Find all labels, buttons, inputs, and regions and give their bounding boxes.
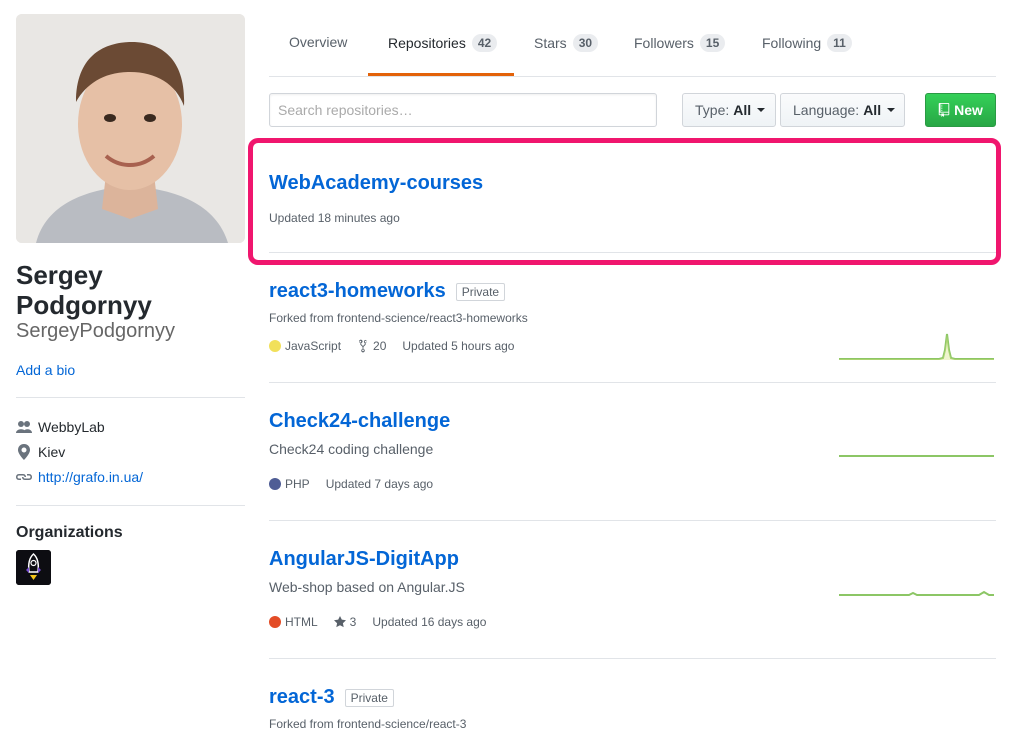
people-icon	[16, 421, 32, 433]
avatar-photo	[16, 14, 245, 243]
repo-title-row: react-3 Private	[269, 686, 996, 709]
repo-name-link[interactable]: react-3	[269, 686, 335, 709]
repo-name-link[interactable]: Check24-challenge	[269, 410, 450, 433]
forked-from-text: Forked from frontend-science/react3-home…	[269, 311, 528, 325]
tab-label: Followers	[634, 35, 694, 51]
repo-name-link[interactable]: WebAcademy-courses	[269, 172, 483, 195]
language-color-dot	[269, 478, 281, 490]
tab-label: Following	[762, 35, 822, 51]
tab-counter: 15	[699, 34, 726, 52]
repo-list-item: AngularJS-DigitApp Web-shop based on Ang…	[269, 548, 996, 659]
language-name: PHP	[285, 477, 310, 491]
profile-tabs	[269, 0, 996, 77]
tab-counter: 30	[572, 34, 599, 52]
rocket-logo-icon	[16, 550, 51, 585]
profile-username: SergeyPodgornyy	[16, 320, 175, 342]
language-name: JavaScript	[285, 339, 342, 353]
repo-updated: Updated 18 minutes ago	[269, 211, 400, 225]
repo-language: PHP	[269, 477, 310, 491]
new-button-label: New	[954, 102, 983, 118]
caret-down-icon	[887, 108, 896, 112]
tab-overview[interactable]: Overview	[289, 34, 347, 50]
language-filter-button[interactable]: Language: All	[780, 93, 905, 127]
tab-counter: 42	[471, 34, 498, 52]
repo-title-row: react3-homeworks Private	[269, 280, 996, 303]
location-text: Kiev	[38, 444, 66, 460]
repo-list-item: WebAcademy-courses Updated 18 minutes ag…	[269, 172, 996, 253]
tab-repositories[interactable]: Repositories 42	[388, 34, 498, 52]
repo-name-link[interactable]: react3-homeworks	[269, 280, 446, 303]
repo-updated: Updated 16 days ago	[372, 615, 487, 629]
type-filter-label: Type:	[695, 102, 730, 118]
activity-sparkline	[839, 455, 994, 457]
new-repo-button[interactable]: New	[925, 93, 996, 127]
tab-stars[interactable]: Stars 30	[534, 34, 599, 52]
repo-stars[interactable]: 3	[333, 615, 357, 629]
organization-avatar[interactable]	[16, 550, 51, 585]
star-count: 3	[349, 615, 357, 629]
private-badge: Private	[455, 282, 506, 301]
profile-avatar[interactable]	[16, 14, 245, 243]
organizations-heading: Organizations	[16, 524, 123, 541]
link-icon	[16, 474, 32, 480]
location-icon	[18, 444, 30, 460]
repo-title-row: AngularJS-DigitApp	[269, 548, 996, 571]
repo-list-item: react-3 Private Forked from frontend-sci…	[269, 686, 996, 740]
vcard-company: WebbyLab	[16, 419, 105, 435]
repo-list-item: react3-homeworks Private Forked from fro…	[269, 280, 996, 383]
language-filter-value: All	[863, 102, 882, 118]
website-link[interactable]: http://grafo.in.ua/	[38, 469, 143, 485]
type-filter-value: All	[733, 102, 752, 118]
type-filter-button[interactable]: Type: All	[682, 93, 776, 127]
repo-language: JavaScript	[269, 339, 341, 353]
repo-list-item: Check24-challenge Check24 coding challen…	[269, 410, 996, 521]
repo-name-link[interactable]: AngularJS-DigitApp	[269, 548, 459, 571]
profile-fullname: Sergey Podgornyy	[16, 260, 152, 320]
repo-title-row: WebAcademy-courses	[269, 172, 996, 195]
tab-label: Repositories	[388, 35, 466, 51]
repo-title-row: Check24-challenge	[269, 410, 996, 433]
company-text: WebbyLab	[38, 419, 105, 435]
tab-followers[interactable]: Followers 15	[634, 34, 726, 52]
activity-sparkline	[839, 590, 994, 596]
vcard-website: http://grafo.in.ua/	[16, 469, 143, 485]
fork-count: 20	[373, 339, 387, 353]
sidebar-divider	[16, 397, 245, 398]
repo-search-input[interactable]	[269, 93, 657, 127]
language-color-dot	[269, 340, 281, 352]
selected-tab-underline	[368, 73, 514, 76]
repo-meta: PHP Updated 7 days ago	[269, 477, 996, 491]
tab-label: Stars	[534, 35, 567, 51]
activity-sparkline	[839, 333, 994, 360]
tab-following[interactable]: Following 11	[762, 34, 852, 52]
repo-meta: HTML 3 Updated 16 days ago	[269, 615, 996, 629]
language-filter-label: Language:	[793, 102, 860, 118]
repo-icon	[938, 103, 950, 117]
repo-language: HTML	[269, 615, 318, 629]
repo-forks[interactable]: 20	[357, 339, 386, 353]
tab-counter: 11	[827, 34, 852, 52]
vcard-location: Kiev	[16, 444, 65, 460]
language-color-dot	[269, 616, 281, 628]
forked-from-text: Forked from frontend-science/react-3	[269, 717, 467, 731]
add-bio-link[interactable]: Add a bio	[16, 362, 75, 378]
repo-updated: Updated 7 days ago	[325, 477, 434, 491]
fork-icon	[359, 339, 367, 353]
caret-down-icon	[757, 108, 766, 112]
star-icon	[333, 616, 346, 628]
repo-updated: Updated 5 hours ago	[402, 339, 515, 353]
repo-meta: Updated 18 minutes ago	[269, 211, 996, 225]
private-badge: Private	[344, 688, 394, 707]
language-name: HTML	[285, 615, 318, 629]
tab-label: Overview	[289, 34, 348, 50]
sidebar-divider	[16, 505, 245, 506]
